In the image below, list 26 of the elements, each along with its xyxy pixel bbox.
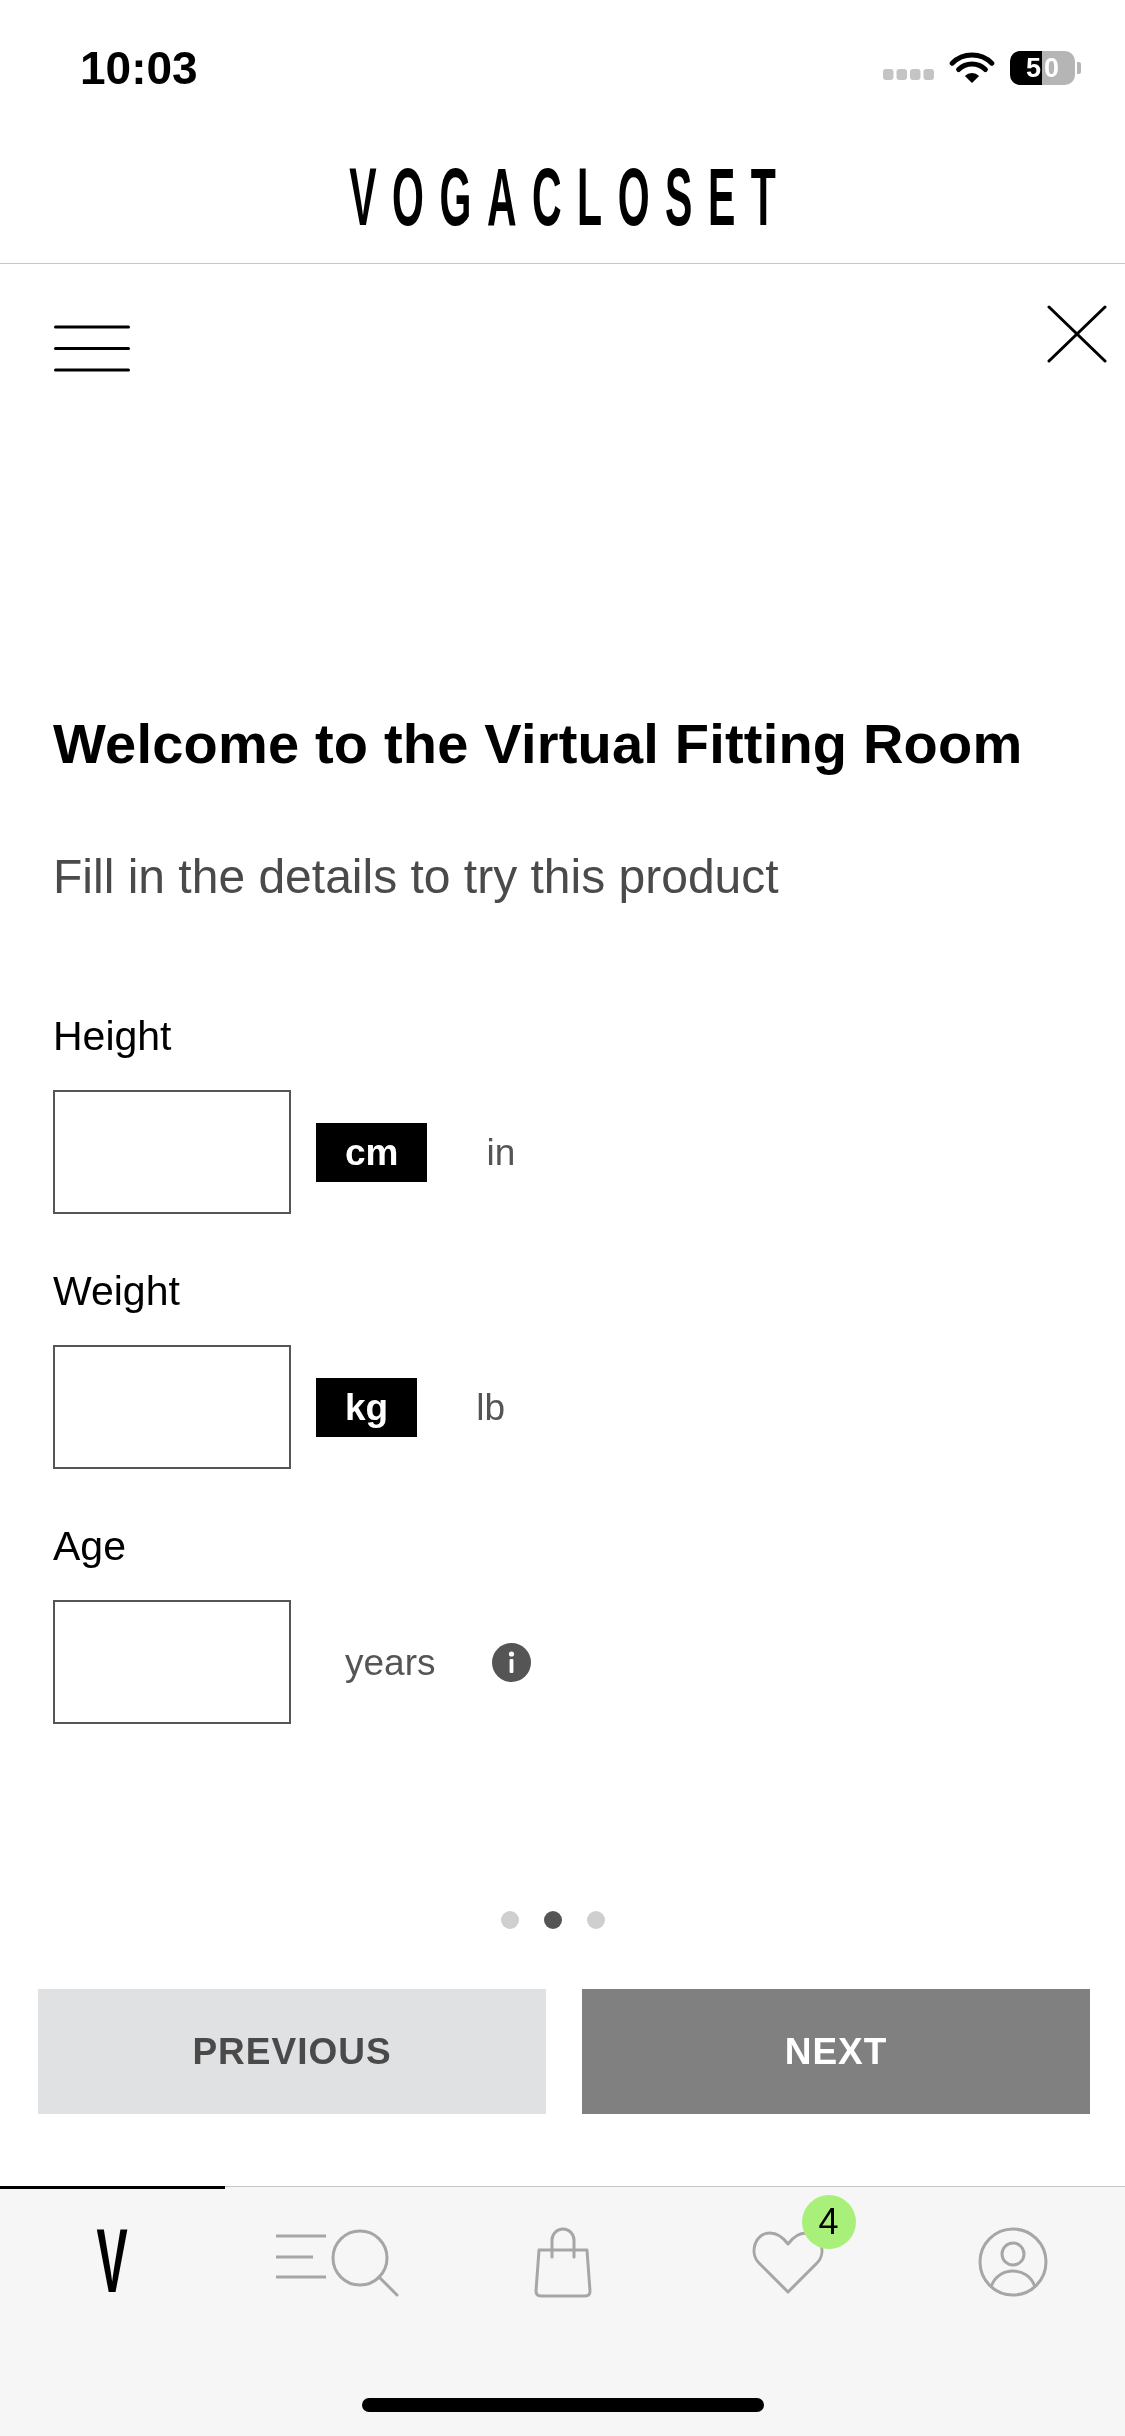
input-field[interactable] [53,1090,291,1214]
info-icon[interactable] [492,1642,532,1682]
previous-button[interactable]: PREVIOUS [38,1989,546,2114]
unit-suffix: years [345,1643,436,1681]
close-icon[interactable] [1047,305,1107,363]
signal-icon [883,68,934,80]
search-icon [276,2227,399,2297]
input-field[interactable] [53,1600,291,1724]
dialog-subtitle: Fill in the details to try this product [53,853,779,901]
status-time: 10:03 [80,45,198,91]
next-button[interactable]: NEXT [582,1989,1090,2114]
unit-option[interactable]: lb [476,1388,505,1426]
brand-logo[interactable]: VOGACLOSET [333,165,792,228]
home-tab[interactable]: V [82,2228,143,2296]
field-label: Height [53,1016,172,1057]
field-label: Age [53,1526,126,1567]
wifi-icon [949,51,995,85]
profile-icon [977,2227,1048,2297]
field-label: Weight [53,1271,180,1312]
unit-option[interactable]: cm [316,1122,428,1182]
badge-count: 4 [801,2195,856,2249]
input-field[interactable] [53,1345,291,1469]
shopping-bag-icon [532,2226,593,2298]
unit-option[interactable]: in [486,1133,516,1171]
menu-icon[interactable] [54,325,130,372]
unit-option[interactable]: kg [316,1377,418,1437]
